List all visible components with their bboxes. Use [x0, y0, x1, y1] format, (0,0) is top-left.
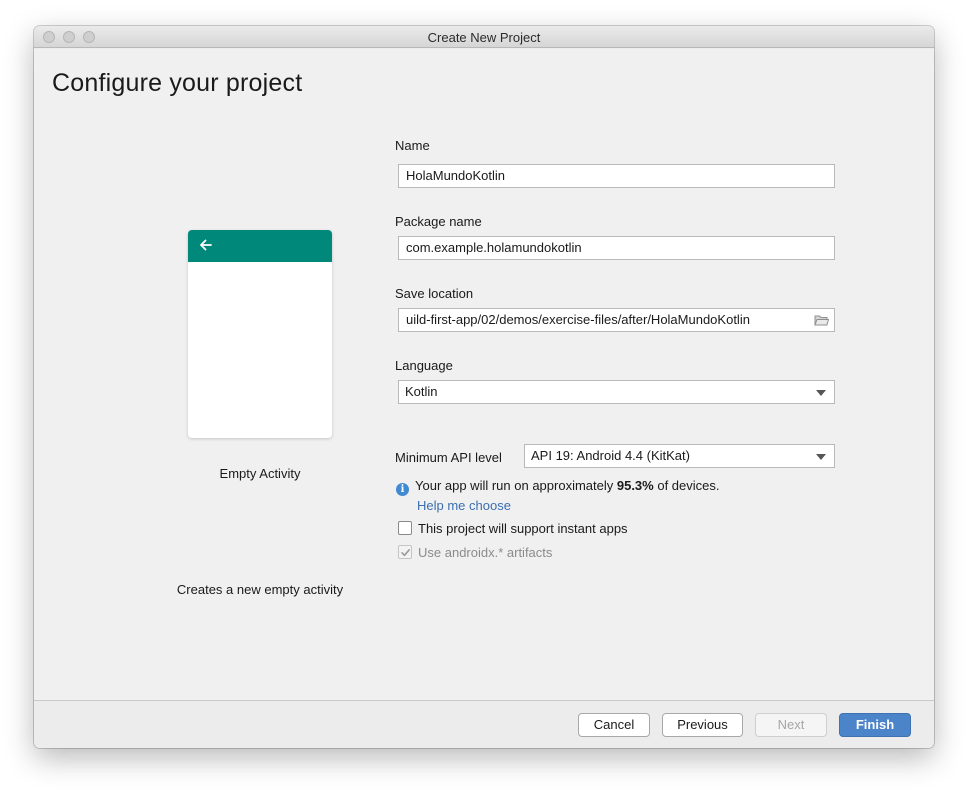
window-title: Create New Project	[427, 30, 541, 45]
language-label: Language	[395, 358, 453, 373]
package-name-field[interactable]: com.example.holamundokotlin	[398, 236, 835, 260]
template-description: Creates a new empty activity	[176, 582, 344, 597]
previous-button[interactable]: Previous	[662, 713, 743, 737]
next-button[interactable]: Next	[755, 713, 827, 737]
dialog-content: Configure your project Empty Activity Cr…	[34, 49, 934, 700]
instant-apps-option[interactable]: This project will support instant apps	[398, 521, 628, 536]
language-select[interactable]: Kotlin	[398, 380, 835, 404]
chevron-down-icon	[816, 390, 826, 396]
androidx-checkbox	[398, 545, 412, 559]
template-name: Empty Activity	[219, 466, 301, 481]
info-icon: i	[396, 483, 409, 496]
save-location-label: Save location	[395, 286, 474, 301]
save-location-value: uild-first-app/02/demos/exercise-files/a…	[406, 312, 750, 327]
activity-preview	[188, 230, 332, 438]
min-api-select[interactable]: API 19: Android 4.4 (KitKat)	[524, 444, 835, 468]
min-api-value: API 19: Android 4.4 (KitKat)	[531, 448, 690, 463]
package-name-label: Package name	[395, 214, 482, 229]
cancel-button[interactable]: Cancel	[578, 713, 650, 737]
arrow-left-icon	[200, 239, 212, 251]
device-coverage-info: i Your app will run on approximately 95.3…	[396, 478, 720, 496]
preview-app-bar	[188, 230, 332, 262]
finish-button[interactable]: Finish	[839, 713, 911, 737]
title-bar: Create New Project	[34, 26, 934, 48]
instant-apps-label: This project will support instant apps	[418, 521, 628, 536]
save-location-field[interactable]: uild-first-app/02/demos/exercise-files/a…	[398, 308, 835, 332]
folder-icon[interactable]	[814, 314, 829, 326]
dialog-footer: Cancel Previous Next Finish	[34, 700, 934, 748]
page-title: Configure your project	[52, 69, 303, 97]
create-project-dialog: Create New Project Configure your projec…	[34, 26, 934, 748]
min-api-label: Minimum API level	[395, 450, 502, 465]
language-value: Kotlin	[405, 384, 438, 399]
instant-apps-checkbox[interactable]	[398, 521, 412, 535]
info-text-prefix: Your app will run on approximately	[415, 478, 617, 493]
help-me-choose-link[interactable]: Help me choose	[417, 498, 511, 513]
coverage-percent: 95.3%	[616, 478, 654, 493]
name-label: Name	[395, 138, 430, 153]
name-field[interactable]: HolaMundoKotlin	[398, 164, 835, 188]
chevron-down-icon	[816, 454, 826, 460]
androidx-option: Use androidx.* artifacts	[398, 545, 552, 560]
androidx-label: Use androidx.* artifacts	[418, 545, 553, 560]
checkmark-icon	[401, 549, 410, 557]
info-text-suffix: of devices.	[653, 478, 720, 493]
